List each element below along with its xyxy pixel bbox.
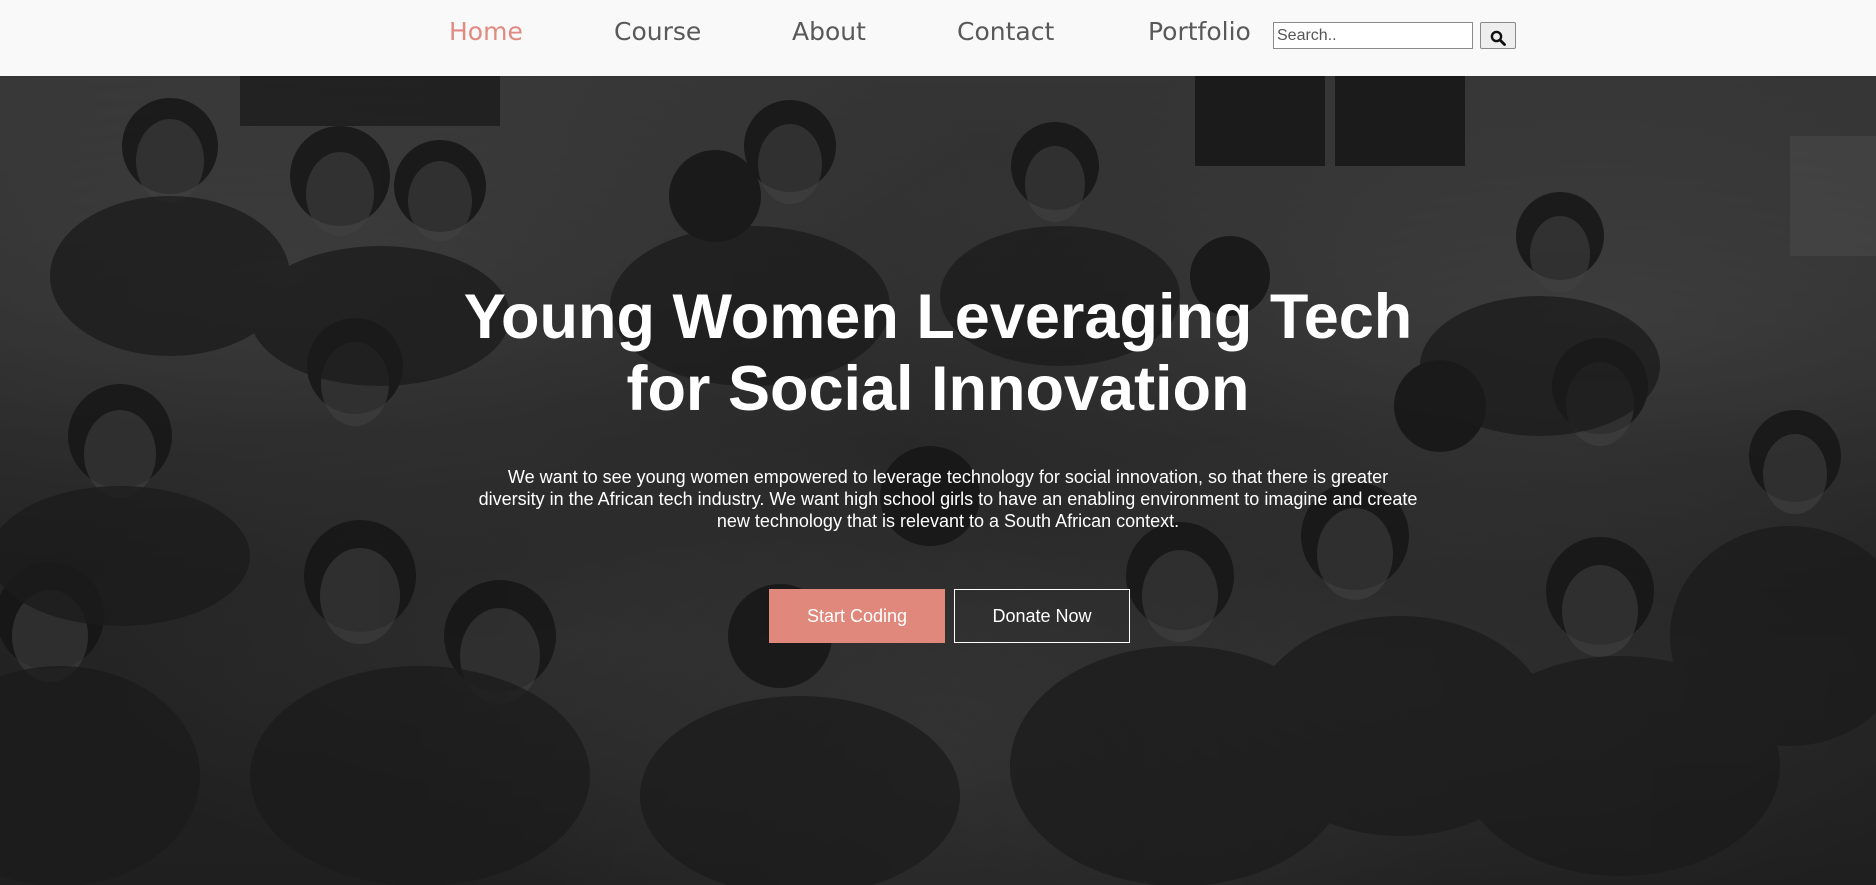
nav-link-course[interactable]: Course (614, 14, 701, 50)
nav-link-portfolio[interactable]: Portfolio (1148, 14, 1251, 50)
start-coding-button[interactable]: Start Coding (769, 589, 945, 643)
search-icon (1490, 30, 1506, 46)
top-navbar: Home Course About Contact Portfolio (0, 0, 1876, 76)
hero-section: Young Women Leveraging Tech for Social I… (0, 76, 1876, 885)
search-input[interactable] (1273, 22, 1473, 49)
hero-title-line-1: Young Women Leveraging Tech (463, 282, 1413, 352)
hero-title-line-2: for Social Innovation (626, 354, 1250, 424)
hero-description: We want to see young women empowered to … (478, 467, 1418, 531)
nav-link-contact[interactable]: Contact (957, 14, 1054, 50)
nav-link-about[interactable]: About (792, 14, 866, 50)
search-button[interactable] (1480, 22, 1516, 49)
hero-title: Young Women Leveraging Tech for Social I… (438, 281, 1438, 425)
nav-link-home[interactable]: Home (449, 14, 523, 50)
donate-now-button[interactable]: Donate Now (954, 589, 1130, 643)
